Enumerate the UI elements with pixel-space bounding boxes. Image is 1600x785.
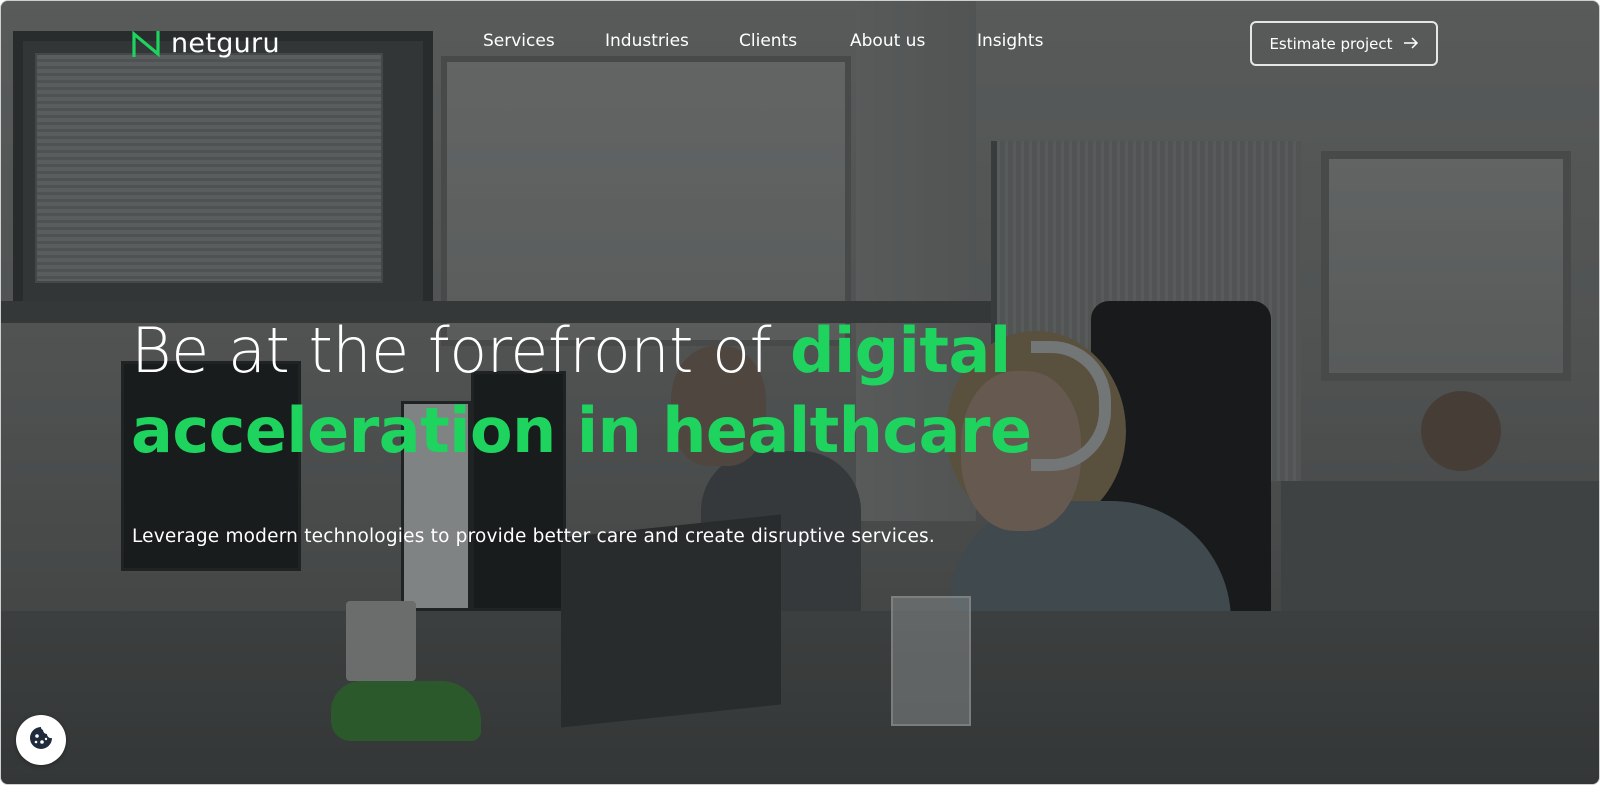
estimate-project-button[interactable]: Estimate project bbox=[1250, 21, 1438, 66]
brand-name: netguru bbox=[171, 28, 280, 59]
nav-about-us[interactable]: About us bbox=[850, 31, 925, 51]
hero-headline-plain: Be at the forefront of bbox=[131, 314, 791, 387]
site-header: netguru Services Industries Clients Abou… bbox=[1, 1, 1599, 87]
nav-clients[interactable]: Clients bbox=[739, 31, 797, 51]
nav-industries[interactable]: Industries bbox=[605, 31, 689, 51]
cookie-settings-button[interactable] bbox=[16, 715, 66, 765]
netguru-logo-link[interactable]: netguru bbox=[131, 28, 280, 59]
hero-section: Be at the forefront of digital accelerat… bbox=[131, 311, 1131, 471]
estimate-project-label: Estimate project bbox=[1269, 34, 1393, 53]
arrow-right-icon bbox=[1403, 35, 1419, 53]
netguru-n-logo-icon bbox=[131, 30, 161, 58]
nav-services[interactable]: Services bbox=[483, 31, 555, 51]
page-frame: netguru Services Industries Clients Abou… bbox=[0, 0, 1600, 785]
cookie-icon bbox=[28, 725, 54, 755]
hero-subheadline: Leverage modern technologies to provide … bbox=[132, 526, 935, 547]
hero-headline: Be at the forefront of digital accelerat… bbox=[131, 311, 1131, 471]
nav-insights[interactable]: Insights bbox=[977, 31, 1043, 51]
